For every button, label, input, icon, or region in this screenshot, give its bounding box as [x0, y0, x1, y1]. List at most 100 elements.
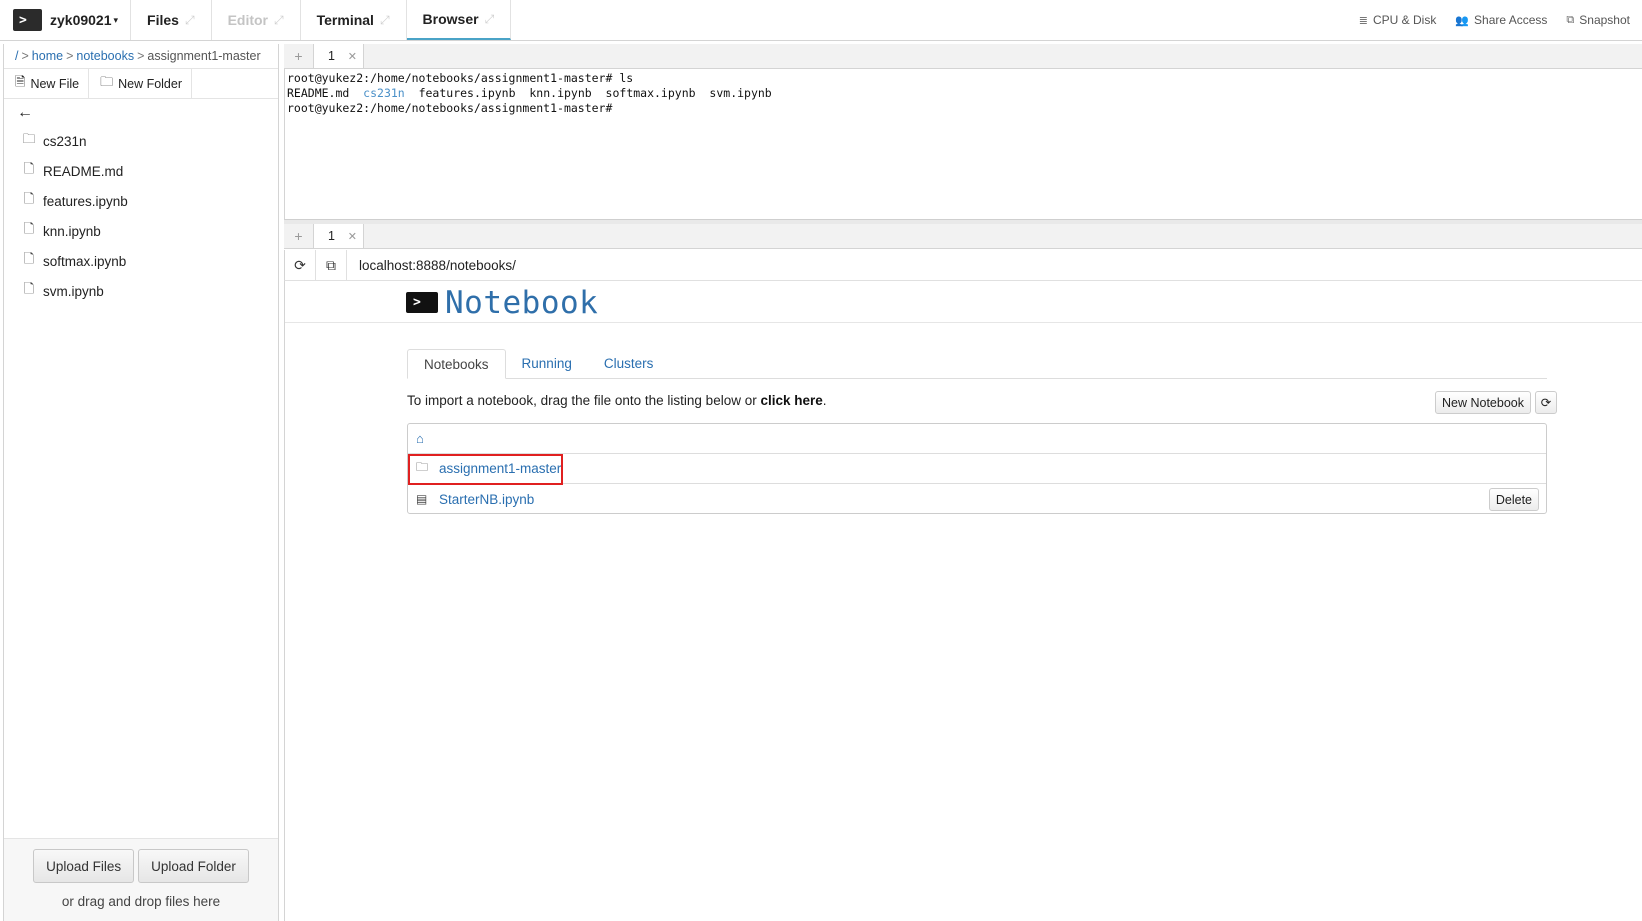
notebook-link[interactable]: StarterNB.ipynb: [439, 492, 534, 507]
snapshot-icon: ⧉: [1566, 13, 1575, 26]
popout-icon[interactable]: ⤢: [274, 13, 284, 28]
browser-address-bar: ⟳ ⧉ localhost:8888/notebooks/: [284, 250, 1642, 281]
list-item[interactable]: 🗀 cs231n: [4, 126, 278, 156]
refresh-icon: ⟳: [1540, 396, 1552, 410]
file-name: knn.ipynb: [43, 223, 101, 239]
url-field[interactable]: localhost:8888/notebooks/: [347, 250, 516, 280]
ls-entry: svm.ipynb: [709, 86, 772, 100]
tab-terminal-label: Terminal: [316, 12, 374, 28]
browser-tab-label: 1: [328, 229, 335, 243]
import-instructions: To import a notebook, drag the file onto…: [407, 393, 827, 408]
file-icon: 🗋: [23, 221, 35, 236]
ls-entry: knn.ipynb: [529, 86, 592, 100]
users-icon: 👥: [1455, 14, 1470, 27]
file-list: 🗀 cs231n 🗋 README.md 🗋 features.ipynb 🗋 …: [4, 126, 278, 306]
tab-editor[interactable]: Editor ⤢: [212, 0, 301, 40]
upload-buttons: Upload Files Upload Folder: [4, 849, 278, 883]
file-icon: 🗋: [23, 191, 35, 206]
new-file-label: New File: [30, 76, 80, 91]
breadcrumb-root[interactable]: /: [15, 49, 18, 63]
list-item[interactable]: 🗋 svm.ipynb: [4, 276, 278, 306]
caret-down-icon: ▾: [113, 14, 119, 25]
arrow-left-icon: ←: [17, 103, 33, 121]
new-folder-label: New Folder: [118, 76, 183, 91]
database-icon: ≣: [1358, 14, 1368, 27]
terminal-output[interactable]: root@yukez2:/home/notebooks/assignment1-…: [284, 69, 1642, 220]
file-name: svm.ipynb: [43, 283, 104, 299]
popout-icon[interactable]: ⤢: [380, 13, 390, 28]
list-item[interactable]: 🗋 features.ipynb: [4, 186, 278, 216]
import-text: To import a notebook, drag the file onto…: [407, 393, 761, 408]
delete-button[interactable]: Delete: [1488, 488, 1539, 511]
breadcrumb-notebooks[interactable]: notebooks: [76, 49, 134, 63]
breadcrumb-home[interactable]: home: [32, 49, 63, 63]
new-folder-icon: 🗀: [100, 73, 114, 89]
ls-entry-dir: cs231n: [363, 86, 405, 100]
ls-entry: README.md: [287, 86, 350, 100]
upload-files-button[interactable]: Upload Files: [33, 849, 135, 883]
popout-icon[interactable]: ⤢: [185, 13, 195, 28]
snapshot-label: Snapshot: [1579, 13, 1630, 27]
terminal-prompt: root@yukez2:/home/notebooks/assignment1-…: [287, 71, 613, 85]
home-icon[interactable]: ⌂: [416, 431, 424, 446]
terminal-line: root@yukez2:/home/notebooks/assignment1-…: [287, 101, 1642, 116]
file-name: softmax.ipynb: [43, 253, 127, 269]
close-icon[interactable]: ✕: [348, 230, 357, 243]
upload-area: Upload Files Upload Folder or drag and d…: [4, 838, 278, 921]
add-tab-button[interactable]: +: [284, 224, 314, 248]
browser-tab[interactable]: 1 ✕: [314, 224, 364, 248]
file-name: cs231n: [43, 133, 87, 149]
drop-hint: or drag and drop files here: [61, 894, 221, 909]
list-item[interactable]: 🗋 knn.ipynb: [4, 216, 278, 246]
list-header-row: ⌂: [408, 424, 1546, 454]
username: zyk09021: [50, 12, 112, 28]
new-folder-button[interactable]: 🗀 New Folder: [89, 69, 193, 98]
browser-content: > Notebook Notebooks Running Clusters To…: [284, 281, 1642, 921]
file-name: features.ipynb: [43, 193, 128, 209]
breadcrumb-separator: >: [21, 49, 29, 63]
tab-editor-label: Editor: [227, 12, 269, 28]
new-file-icon: 🗎: [15, 73, 26, 89]
popout-icon[interactable]: ⤢: [485, 12, 495, 27]
file-panel: / > home > notebooks > assignment1-maste…: [3, 44, 279, 921]
terminal-tab-label: 1: [328, 49, 335, 63]
terminal-tab[interactable]: 1 ✕: [314, 44, 364, 68]
notebook-tabs: Notebooks Running Clusters: [407, 349, 1547, 379]
new-file-button[interactable]: 🗎 New File: [4, 69, 90, 98]
back-button[interactable]: ←: [4, 99, 278, 126]
notebook-title[interactable]: Notebook: [445, 285, 598, 321]
browser-tab-bar: + 1 ✕: [284, 224, 1642, 249]
upload-folder-button[interactable]: Upload Folder: [138, 849, 249, 883]
tab-browser[interactable]: Browser ⤢: [406, 0, 512, 40]
file-icon: 🗋: [23, 251, 35, 266]
cpu-disk-button[interactable]: ≣ CPU & Disk: [1359, 13, 1437, 27]
click-here-link[interactable]: click here: [760, 393, 822, 408]
list-item[interactable]: 🗋 softmax.ipynb: [4, 246, 278, 276]
top-actions: ≣ CPU & Disk 👥 Share Access ⧉ Snapshot: [1340, 0, 1642, 40]
add-tab-button[interactable]: +: [284, 44, 314, 68]
breadcrumb: / > home > notebooks > assignment1-maste…: [4, 44, 278, 69]
highlight-box: [408, 454, 563, 485]
share-access-label: Share Access: [1474, 13, 1548, 27]
tab-terminal[interactable]: Terminal ⤢: [301, 0, 407, 40]
tab-notebooks[interactable]: Notebooks: [407, 349, 506, 379]
tab-files[interactable]: Files ⤢: [131, 0, 212, 40]
file-icon: 🗋: [23, 161, 35, 176]
breadcrumb-separator: >: [137, 49, 145, 63]
refresh-list-button[interactable]: ⟳: [1535, 391, 1557, 414]
user-menu[interactable]: > zyk09021 ▾: [0, 0, 132, 40]
close-icon[interactable]: ✕: [348, 50, 357, 63]
tab-running[interactable]: Running: [506, 349, 588, 378]
tab-files-label: Files: [147, 12, 179, 28]
new-notebook-button[interactable]: New Notebook: [1435, 391, 1531, 414]
refresh-icon: ⟳: [294, 256, 306, 273]
refresh-button[interactable]: ⟳: [285, 250, 316, 280]
table-row[interactable]: 🗀 assignment1-master: [408, 454, 1546, 485]
table-row[interactable]: ▤ StarterNB.ipynb Delete: [408, 484, 1546, 514]
notebook-icon: ▤: [416, 492, 428, 506]
tab-clusters[interactable]: Clusters: [588, 349, 670, 378]
snapshot-button[interactable]: ⧉ Snapshot: [1566, 13, 1630, 27]
list-item[interactable]: 🗋 README.md: [4, 156, 278, 186]
share-access-button[interactable]: 👥 Share Access: [1455, 13, 1547, 27]
open-external-button[interactable]: ⧉: [316, 250, 347, 280]
